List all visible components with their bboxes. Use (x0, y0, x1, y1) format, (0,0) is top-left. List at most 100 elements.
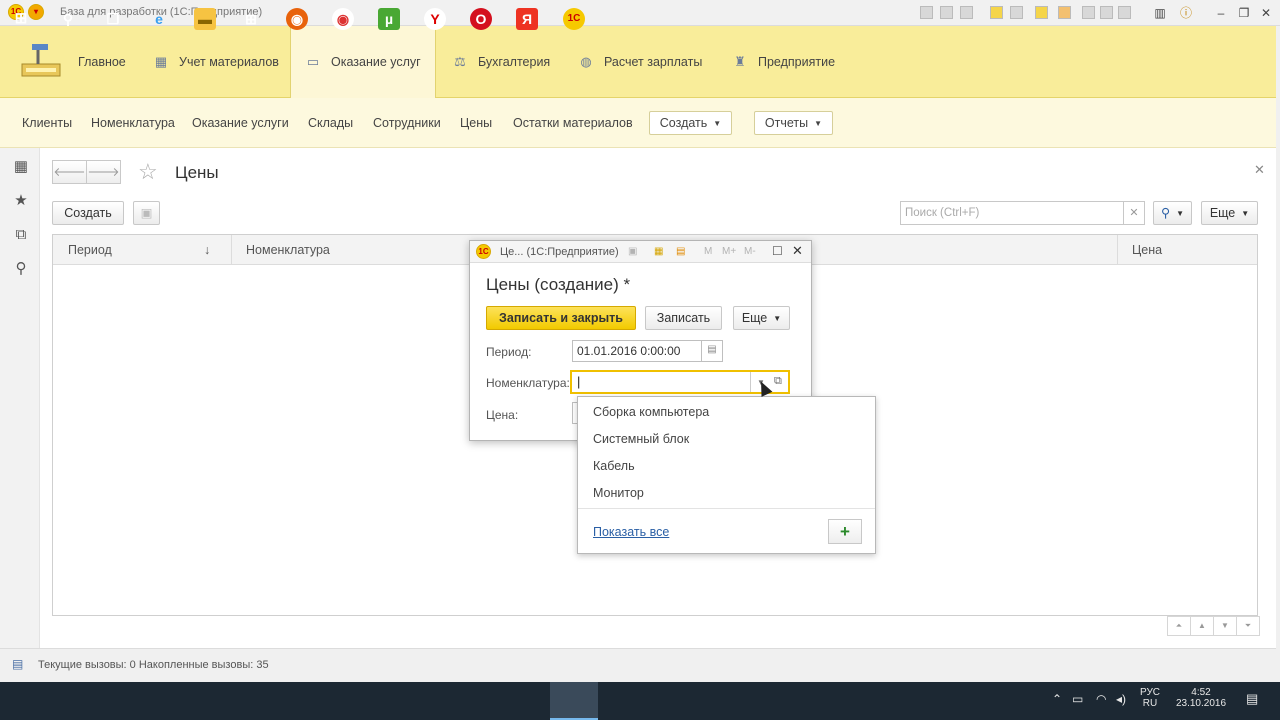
nav-material-balances[interactable]: Остатки материалов (513, 116, 633, 130)
memory-mminus-icon[interactable] (1118, 6, 1131, 19)
reports-dropdown-button[interactable]: Отчеты ▼ (754, 111, 833, 135)
sort-desc-icon[interactable]: ↓ (204, 243, 210, 257)
scroll-bottom-icon[interactable]: ⏷ (1236, 616, 1260, 636)
firefox-icon[interactable]: ◉ (286, 8, 308, 30)
minimize-icon[interactable]: – (1211, 4, 1231, 22)
edge-browser-icon[interactable]: e (148, 8, 170, 30)
memory-m-icon[interactable] (1082, 6, 1095, 19)
copy-icon[interactable]: ▣ (133, 201, 160, 225)
column-period[interactable]: Период (68, 243, 112, 257)
search-icon[interactable]: ⚲ (57, 8, 79, 30)
main-menu-icon[interactable] (18, 40, 64, 82)
yandex-browser-icon[interactable]: Я (516, 8, 538, 30)
file-explorer-icon[interactable]: ▬ (194, 8, 216, 30)
network-icon[interactable]: ▭ (1072, 692, 1083, 706)
apps-grid-icon[interactable]: ▦ (12, 158, 30, 176)
volume-icon[interactable]: ◂) (1116, 692, 1126, 706)
scroll-top-icon[interactable]: ⏶ (1167, 616, 1191, 636)
nomenclature-field[interactable]: | ▼ ⧉ (570, 370, 790, 394)
email-icon[interactable] (960, 6, 973, 19)
close-form-icon[interactable]: ✕ (1254, 162, 1265, 178)
search-input[interactable]: Поиск (Ctrl+F) (900, 201, 1124, 225)
calendar-picker-icon[interactable]: ▤ (701, 340, 723, 362)
section-services[interactable]: ▭ Оказание услуг (290, 26, 436, 98)
column-price[interactable]: Цена (1132, 243, 1162, 257)
1c-app-icon[interactable]: 1С (563, 8, 585, 30)
restore-icon[interactable]: ❐ (1234, 4, 1254, 22)
section-payroll[interactable]: ◍ Расчет зарплаты (564, 26, 716, 98)
nav-employees[interactable]: Сотрудники (373, 116, 441, 130)
screenshot-icon[interactable] (920, 6, 933, 19)
panels-icon[interactable]: ▥ (1150, 4, 1170, 22)
scroll-down-icon[interactable]: ▼ (1213, 616, 1237, 636)
dropdown-item[interactable]: Кабель (593, 459, 635, 473)
memory-mminus-icon[interactable]: M- (744, 246, 756, 257)
add-item-icon[interactable]: + (828, 519, 862, 544)
notifications-icon[interactable]: ▤ (1246, 691, 1258, 707)
section-materials[interactable]: ▦ Учет материалов (139, 26, 293, 98)
history-icon[interactable]: ⧉ (12, 226, 30, 244)
maximize-icon[interactable]: ☐ (772, 244, 783, 258)
nav-warehouses[interactable]: Склады (308, 116, 353, 130)
section-enterprise[interactable]: ♜ Предприятие (718, 26, 849, 98)
wifi-icon[interactable]: ◠ (1096, 692, 1106, 706)
windows-start-icon[interactable]: ⊞ (10, 8, 32, 30)
clock[interactable]: 4:52 23.10.2016 (1174, 687, 1228, 709)
nav-nomenclature[interactable]: Номенклатура (91, 116, 175, 130)
dropdown-item[interactable]: Сборка компьютера (593, 405, 709, 419)
link-icon[interactable] (1010, 6, 1023, 19)
create-button[interactable]: Создать (52, 201, 124, 225)
create-dropdown-button[interactable]: Создать ▼ (649, 111, 732, 135)
favorites-star-icon[interactable]: ★ (12, 192, 30, 210)
calls-icon[interactable]: ▤ (12, 657, 23, 671)
open-icon[interactable]: ⧉ (774, 375, 782, 388)
scroll-up-icon[interactable]: ▲ (1190, 616, 1214, 636)
search-icon[interactable]: ⚲ (12, 260, 30, 278)
close-window-icon[interactable]: ✕ (1256, 4, 1276, 22)
nav-services[interactable]: Оказание услуги (192, 116, 289, 130)
section-materials-label: Учет материалов (179, 55, 279, 69)
back-button[interactable]: 🡐 (52, 160, 87, 184)
dropdown-item[interactable]: Монитор (593, 486, 644, 500)
opera-icon[interactable]: O (470, 8, 492, 30)
calendar-icon[interactable]: ▤ (676, 246, 685, 257)
print-icon[interactable] (940, 6, 953, 19)
memory-mplus-icon[interactable]: M+ (722, 246, 736, 257)
section-accounting[interactable]: ⚖ Бухгалтерия (438, 26, 564, 98)
period-label: Период: (486, 345, 532, 359)
nav-prices[interactable]: Цены (460, 116, 492, 130)
link-icon[interactable]: ▣ (628, 246, 637, 257)
close-icon[interactable]: ✕ (792, 243, 803, 259)
task-view-icon[interactable]: ❐ (102, 8, 124, 30)
forward-button[interactable]: 🡒 (86, 160, 121, 184)
section-main[interactable]: Главное (64, 26, 140, 98)
store-icon[interactable]: ⊞ (240, 8, 262, 30)
tray-expand-icon[interactable]: ⌃ (1052, 692, 1062, 706)
info-icon[interactable]: ⓘ (1176, 4, 1196, 22)
calculator-icon[interactable] (1035, 6, 1048, 19)
chrome-icon[interactable]: ◉ (332, 8, 354, 30)
memory-m-icon[interactable]: M (704, 246, 712, 257)
favorites-add-icon[interactable] (990, 6, 1003, 19)
chevron-down-icon: ▼ (713, 118, 722, 128)
show-all-link[interactable]: Показать все (593, 525, 669, 539)
yandex-icon[interactable]: Y (424, 8, 446, 30)
more-button[interactable]: Еще ▼ (1201, 201, 1258, 225)
nav-clients[interactable]: Клиенты (22, 116, 72, 130)
calendar-icon[interactable] (1058, 6, 1071, 19)
utorrent-icon[interactable]: µ (378, 8, 400, 30)
calculator-icon[interactable]: ▦ (654, 246, 663, 257)
column-nomenclature[interactable]: Номенклатура (246, 243, 330, 257)
save-button[interactable]: Записать (645, 306, 722, 330)
favorite-star-icon[interactable]: ☆ (138, 160, 158, 184)
save-and-close-button[interactable]: Записать и закрыть (486, 306, 636, 330)
search-button[interactable]: ⚲ ▼ (1153, 201, 1192, 225)
nomenclature-label: Номенклатура: (486, 376, 570, 390)
dialog-more-button[interactable]: Еще ▼ (733, 306, 790, 330)
language-indicator[interactable]: РУС RU (1140, 687, 1160, 709)
clear-search-icon[interactable]: ✕ (1124, 201, 1145, 225)
language-region: RU (1142, 698, 1158, 709)
memory-mplus-icon[interactable] (1100, 6, 1113, 19)
dropdown-item[interactable]: Системный блок (593, 432, 689, 446)
period-field[interactable]: 01.01.2016 0:00:00 (572, 340, 702, 362)
